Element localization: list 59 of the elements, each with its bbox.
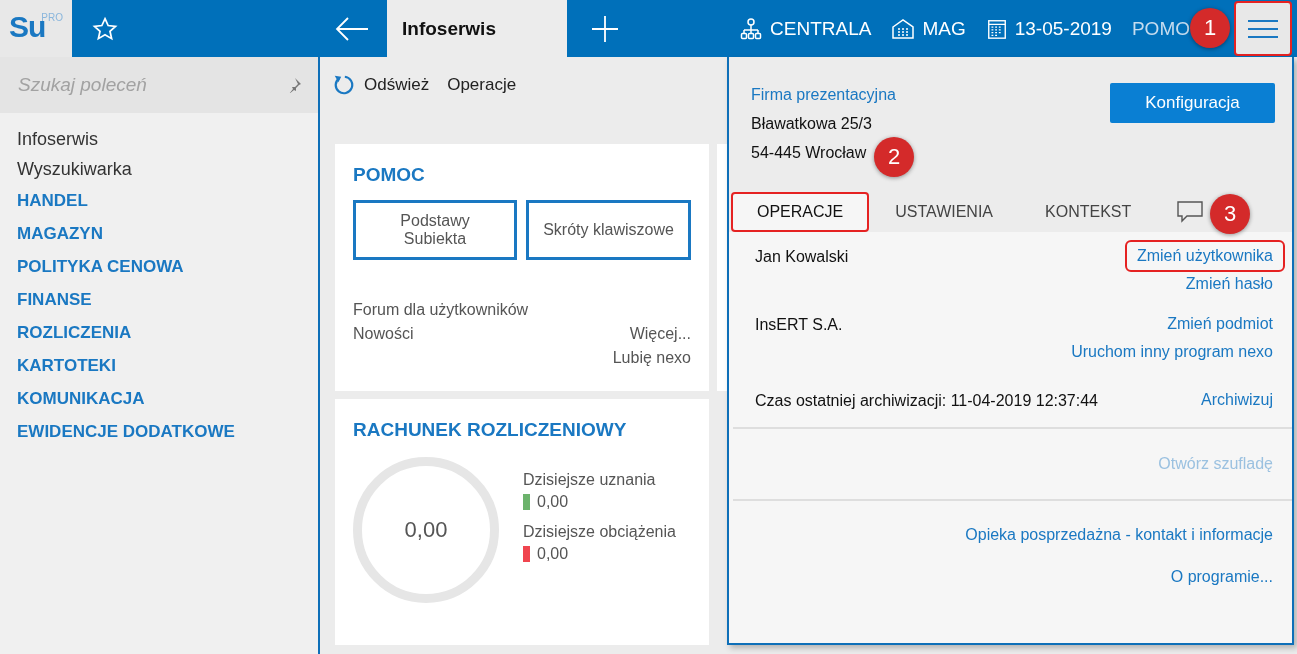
menu-button[interactable]	[1234, 1, 1292, 56]
forum-link[interactable]: Forum dla użytkowników	[353, 298, 529, 322]
panel-link[interactable]: Zmień hasło	[1185, 270, 1273, 298]
legend-label: Dzisiejsze obciążenia	[523, 522, 676, 542]
panel-link[interactable]: Zmień użytkownika	[1126, 242, 1283, 270]
news-link[interactable]: Nowości	[353, 322, 414, 346]
panel-link[interactable]: Zmień podmiot	[1167, 310, 1273, 338]
topbar-label[interactable]: CENTRALA	[770, 17, 872, 40]
building-icon	[891, 16, 916, 41]
topbar-label[interactable]: MAG	[922, 17, 966, 40]
address-line: 54-445 Wrocław	[751, 143, 867, 163]
configuration-button[interactable]: Konfiguracja	[1110, 83, 1275, 123]
legend-label: Dzisiejsze uznania	[523, 470, 657, 490]
operations-link[interactable]: Operacje	[447, 75, 517, 95]
panel-link[interactable]: O programie...	[1170, 563, 1273, 591]
panel-tab[interactable]: OPERACJE	[731, 192, 870, 232]
help-button[interactable]: Skróty klawiszowe	[526, 200, 691, 260]
refresh-link[interactable]: Odśwież	[364, 75, 430, 95]
search-input[interactable]: Szukaj poleceń	[18, 74, 286, 96]
sidebar-item[interactable]: MAGAZYN	[17, 217, 318, 250]
sidebar-item[interactable]: EWIDENCJE DODATKOWE	[17, 415, 318, 448]
sidebar-item[interactable]: POLITYKA CENOWA	[17, 250, 318, 283]
sidebar-item[interactable]: Infoserwis	[17, 123, 318, 154]
star-icon[interactable]	[92, 15, 118, 42]
panel-link[interactable]: Opieka posprzedażna - kontakt i informacje	[965, 521, 1273, 549]
page-tab[interactable]: Infoserwis	[387, 0, 567, 57]
search-field[interactable]: Szukaj poleceń	[0, 57, 318, 113]
topbar-label[interactable]: 13-05-2019	[1014, 17, 1112, 40]
sidebar-item[interactable]: ROZLICZENIA	[17, 316, 318, 349]
menu-icon	[1248, 18, 1278, 39]
company-link[interactable]: Firma prezentacyjna	[751, 86, 896, 103]
panel-tab[interactable]: USTAWIENIA	[869, 192, 1020, 232]
speech-bubble-icon[interactable]	[1177, 201, 1204, 223]
help-button[interactable]: Podstawy Subiekta	[353, 200, 517, 260]
balance-value: 0,00	[404, 517, 448, 543]
sidebar-item[interactable]: Wyszukiwarka	[17, 154, 318, 184]
legend-value: 0,00	[537, 544, 569, 564]
card-title: POMOC	[353, 164, 426, 186]
archive-info: Czas ostatniej archiwizacji: 11-04-2019 12:37:44	[755, 391, 1098, 411]
archive-link[interactable]: Archiwizuj	[1201, 386, 1273, 415]
user-name: Jan Kowalski	[755, 247, 849, 267]
more-link[interactable]: Więcej...	[629, 322, 691, 346]
sidebar-item[interactable]: HANDEL	[17, 184, 318, 217]
refresh-icon[interactable]	[332, 74, 354, 96]
like-link[interactable]: Lubię nexo	[612, 346, 691, 370]
panel-link[interactable]: Uruchom inny program nexo	[1071, 338, 1273, 366]
calendar-icon	[985, 17, 1008, 40]
sidebar-item[interactable]: KARTOTEKI	[17, 349, 318, 382]
topbar-label[interactable]: POMO	[1131, 17, 1190, 40]
entity-name: InsERT S.A.	[755, 315, 843, 335]
card-title: RACHUNEK ROZLICZENIOWY	[353, 419, 628, 441]
back-arrow-icon[interactable]	[335, 16, 369, 41]
panel-tab[interactable]: KONTEKST	[1019, 192, 1158, 232]
plus-icon[interactable]	[592, 15, 618, 42]
network-icon	[739, 16, 764, 41]
address-line: Bławatkowa 25/3	[751, 114, 872, 134]
sidebar-item[interactable]: FINANSE	[17, 283, 318, 316]
legend-value: 0,00	[537, 492, 569, 512]
sidebar-item[interactable]: KOMUNIKACJA	[17, 382, 318, 415]
